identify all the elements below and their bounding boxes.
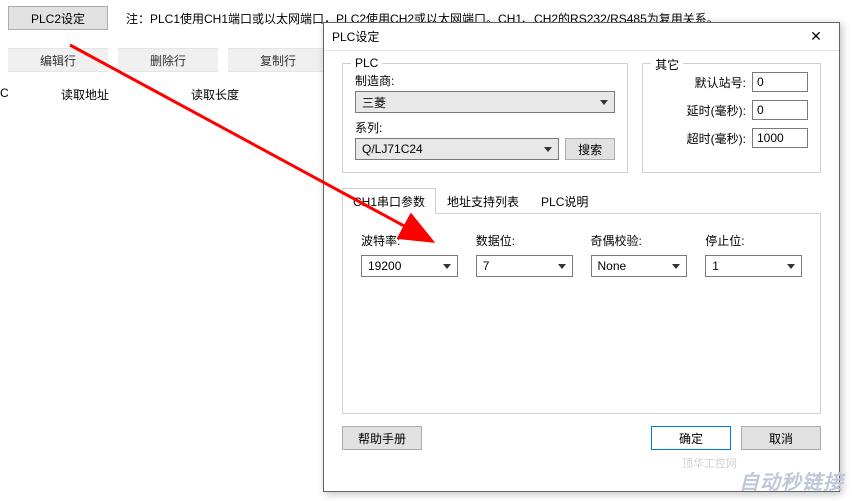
series-value: Q/LJ71C24 xyxy=(362,142,423,156)
stopbit-label: 停止位: xyxy=(705,232,802,249)
plc-fieldset: PLC 制造商: 三菱 系列: Q/LJ71C24 搜索 xyxy=(342,63,628,173)
default-station-input[interactable] xyxy=(752,72,808,92)
series-label: 系列: xyxy=(355,119,559,136)
series-select[interactable]: Q/LJ71C24 xyxy=(355,138,559,160)
baud-value: 19200 xyxy=(368,259,401,273)
timeout-input[interactable] xyxy=(752,128,808,148)
delete-row-button[interactable]: 删除行 xyxy=(118,48,218,72)
help-button[interactable]: 帮助手册 xyxy=(342,426,422,450)
stopbit-value: 1 xyxy=(712,259,719,273)
plc2-settings-button[interactable]: PLC2设定 xyxy=(8,6,108,30)
col-header-c: C xyxy=(0,86,20,103)
parity-value: None xyxy=(598,259,627,273)
serial-params-panel: 波特率: 19200 数据位: 7 奇偶校验: None 停止位: 1 xyxy=(342,214,821,414)
search-button[interactable]: 搜索 xyxy=(565,138,615,160)
col-header-read-address: 读取地址 xyxy=(20,86,150,103)
delay-label: 延时(毫秒): xyxy=(676,102,746,119)
cancel-button[interactable]: 取消 xyxy=(741,426,821,450)
edit-row-button[interactable]: 编辑行 xyxy=(8,48,108,72)
parity-label: 奇偶校验: xyxy=(591,232,688,249)
stopbit-select[interactable]: 1 xyxy=(705,255,802,277)
tab-serial-params[interactable]: CH1串口参数 xyxy=(342,188,436,214)
delay-input[interactable] xyxy=(752,100,808,120)
maker-select[interactable]: 三菱 xyxy=(355,91,615,113)
baud-select[interactable]: 19200 xyxy=(361,255,458,277)
other-fieldset: 其它 默认站号: 延时(毫秒): 超时(毫秒): xyxy=(642,63,821,173)
plc-settings-dialog: PLC设定 ✕ PLC 制造商: 三菱 系列: Q/LJ71C24 搜索 其它 xyxy=(323,22,840,492)
col-header-read-length: 读取长度 xyxy=(150,86,280,103)
parity-select[interactable]: None xyxy=(591,255,688,277)
tab-plc-desc[interactable]: PLC说明 xyxy=(530,188,599,214)
maker-value: 三菱 xyxy=(362,94,386,111)
timeout-label: 超时(毫秒): xyxy=(676,130,746,147)
baud-label: 波特率: xyxy=(361,232,458,249)
other-legend: 其它 xyxy=(651,56,683,73)
tab-address-list[interactable]: 地址支持列表 xyxy=(436,188,530,214)
dialog-title: PLC设定 xyxy=(332,28,801,45)
maker-label: 制造商: xyxy=(355,72,615,89)
databit-select[interactable]: 7 xyxy=(476,255,573,277)
default-station-label: 默认站号: xyxy=(676,74,746,91)
databit-label: 数据位: xyxy=(476,232,573,249)
ok-button[interactable]: 确定 xyxy=(651,426,731,450)
close-icon[interactable]: ✕ xyxy=(801,26,831,48)
databit-value: 7 xyxy=(483,259,490,273)
plc-legend: PLC xyxy=(351,56,382,70)
copy-row-button[interactable]: 复制行 xyxy=(228,48,328,72)
